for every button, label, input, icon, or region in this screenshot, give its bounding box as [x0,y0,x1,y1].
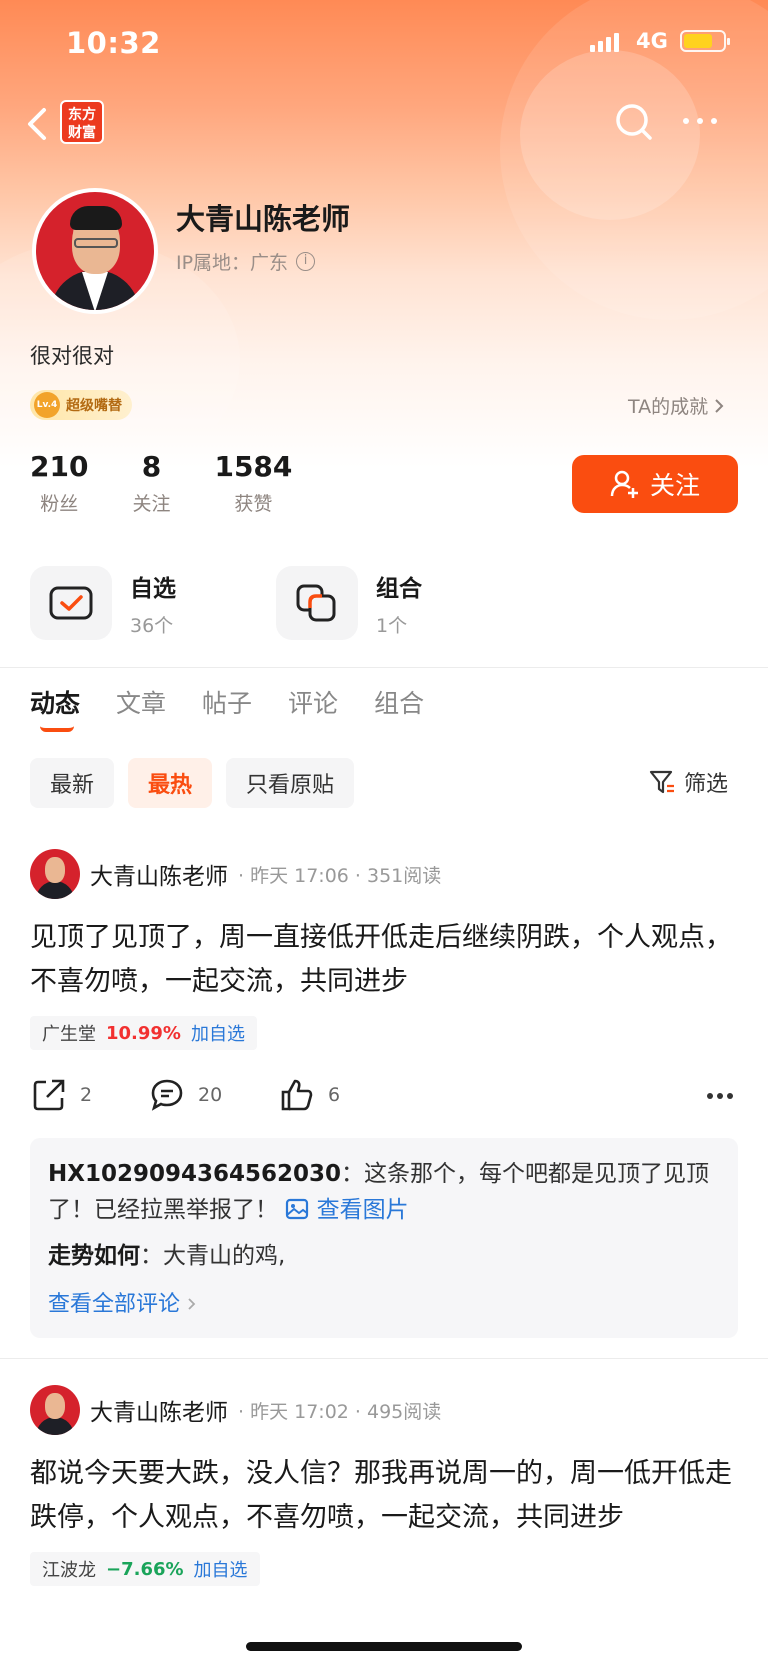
level-badge[interactable]: Lv.4 超级嘴替 [30,390,132,420]
like-button[interactable]: 6 [280,1078,340,1112]
post-actions: 2 20 6 [30,1078,738,1118]
share-icon [33,1079,65,1111]
status-time: 10:32 [66,26,161,60]
shortcut-watchlist[interactable]: 自选 36个 [30,566,176,640]
post-author[interactable]: 大青山陈老师 [90,1393,228,1427]
battery-icon [680,30,730,52]
tab-comments[interactable]: 评论 [288,684,338,720]
tab-activity[interactable]: 动态 [30,684,80,732]
filter-icon [649,770,674,794]
app-logo[interactable]: 东方 财富 [60,100,104,144]
post-meta: · 昨天 17:06 · 351阅读 [238,864,442,887]
stat-followers[interactable]: 210 粉丝 [30,450,88,516]
more-icon[interactable] [680,114,720,128]
filter-hot[interactable]: 最热 [128,758,213,808]
search-icon[interactable] [614,102,654,142]
avatar[interactable] [30,849,80,899]
add-watchlist-link[interactable]: 加自选 [191,1020,245,1046]
comment-icon [151,1079,183,1111]
divider [0,1358,768,1359]
share-button[interactable]: 2 [32,1078,92,1112]
tab-portfolio[interactable]: 组合 [374,684,424,720]
image-icon [286,1198,309,1220]
stock-change: 10.99% [106,1022,181,1044]
status-bar: 10:32 4G [0,22,768,62]
profile-name: 大青山陈老师 [176,202,351,236]
ip-location: IP属地：广东 i [176,248,316,275]
add-user-icon [610,470,638,498]
watchlist-icon [30,566,112,640]
post-body[interactable]: 见顶了见顶了，周一直接低开低走后继续阴跌，个人观点，不喜勿喷，一起交流，共同进步 [30,916,738,1004]
view-image-link[interactable]: 查看图片 [285,1197,409,1223]
shortcut-portfolio[interactable]: 组合 1个 [276,566,422,640]
achievements-link[interactable]: TA的成就 [628,392,724,419]
view-all-comments-link[interactable]: 查看全部评论 [48,1286,720,1318]
comment-item: 走势如何：大青山的鸡, [48,1243,286,1269]
tab-underline [40,726,74,732]
comment-text: 大青山的鸡, [163,1243,286,1269]
filter-latest[interactable]: 最新 [30,758,115,808]
profile-bio: 很对很对 [30,344,114,368]
profile-stats: 210 粉丝 8 关注 1584 获赞 [30,450,292,516]
signal-icon [590,32,619,52]
add-watchlist-link[interactable]: 加自选 [194,1556,248,1582]
comment-item: HX1029094364562030：这条那个，每个吧都是见顶了见顶了！已经拉黑… [48,1161,710,1223]
stock-name: 江波龙 [42,1560,96,1581]
comment-author[interactable]: 走势如何 [48,1243,140,1269]
comment-author[interactable]: HX1029094364562030 [48,1161,341,1187]
avatar[interactable] [32,188,158,314]
portfolio-icon [276,566,358,640]
home-indicator[interactable] [246,1642,522,1651]
filter-chips: 最新 最热 只看原贴 [30,758,355,808]
comment-preview[interactable]: HX1029094364562030：这条那个，每个吧都是见顶了见顶了！已经拉黑… [30,1138,738,1338]
tab-bar: 动态 文章 帖子 评论 组合 [30,684,424,732]
post-meta: · 昨天 17:02 · 495阅读 [238,1400,442,1423]
back-arrow-icon[interactable] [24,106,54,142]
stock-name: 广生堂 [42,1024,96,1045]
stock-tag[interactable]: 江波龙 −7.66% 加自选 [30,1552,260,1586]
post-author[interactable]: 大青山陈老师 [90,857,228,891]
network-label: 4G [636,29,668,53]
tab-posts[interactable]: 帖子 [202,684,252,720]
stat-likes[interactable]: 1584 获赞 [214,450,292,516]
filter-original-only[interactable]: 只看原贴 [226,758,355,808]
post-body[interactable]: 都说今天要大跌，没人信？那我再说周一的，周一低开低走跌停，个人观点，不喜勿喷，一… [30,1452,738,1540]
top-nav: 东方 财富 [0,100,768,150]
tab-articles[interactable]: 文章 [116,684,166,720]
stat-following[interactable]: 8 关注 [132,450,170,516]
post-item[interactable]: 大青山陈老师 · 昨天 17:02 · 495阅读 都说今天要大跌，没人信？那我… [30,1384,738,1586]
shortcut-row: 自选 36个 组合 1个 [30,566,422,640]
badge-label: 超级嘴替 [66,398,122,414]
thumbs-up-icon [281,1079,313,1111]
stock-tag[interactable]: 广生堂 10.99% 加自选 [30,1016,257,1050]
follow-button[interactable]: 关注 [572,455,738,513]
comment-button[interactable]: 20 [150,1078,222,1112]
stock-change: −7.66% [106,1558,184,1580]
avatar[interactable] [30,1385,80,1435]
filter-button[interactable]: 筛选 [648,766,728,798]
ip-label: IP属地：广东 [176,252,289,274]
level-icon: Lv.4 [34,392,60,418]
chevron-right-icon [188,1298,196,1310]
post-item[interactable]: 大青山陈老师 · 昨天 17:06 · 351阅读 见顶了见顶了，周一直接低开低… [30,848,738,1050]
more-icon[interactable] [706,1092,734,1100]
chevron-right-icon [715,398,724,413]
info-icon[interactable]: i [296,252,316,271]
divider [0,667,768,668]
